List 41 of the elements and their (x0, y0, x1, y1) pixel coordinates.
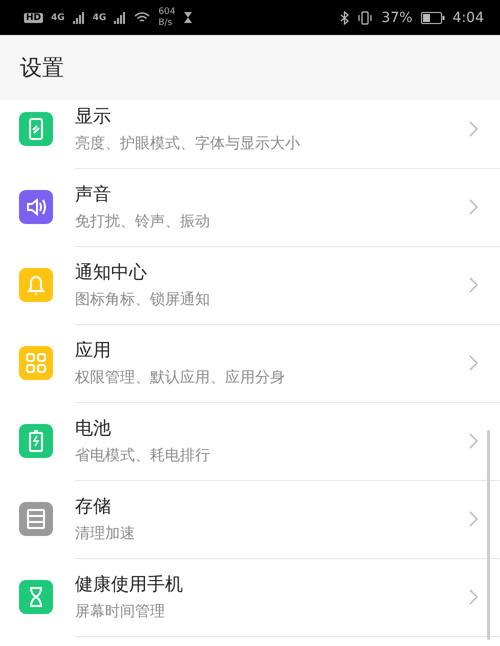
item-subtitle: 权限管理、默认应用、应用分身 (75, 368, 286, 387)
chevron-icon (469, 120, 478, 136)
item-title: 声音 (75, 183, 112, 206)
settings-item[interactable]: 显示 亮度、护眼模式、字体与显示大小 (0, 100, 500, 168)
signal-icon (72, 12, 85, 24)
settings-item[interactable]: 声音 免打扰、铃声、振动 (0, 168, 500, 246)
network-speed: 604 B/s (158, 6, 176, 28)
item-title: 通知中心 (75, 261, 148, 284)
battery-percent: 37% (381, 10, 413, 26)
item-title: 应用 (75, 339, 112, 362)
hd-label: HD (24, 12, 44, 22)
network-label: 4G (51, 12, 65, 22)
settings-item[interactable]: 应用 权限管理、默认应用、应用分身 (0, 324, 500, 402)
item-subtitle: 免打扰、铃声、振动 (75, 212, 211, 231)
item-subtitle: 清理加速 (75, 524, 136, 543)
hourglass-icon (184, 12, 192, 23)
chevron-icon (469, 588, 478, 604)
item-subtitle: 亮度、护眼模式、字体与显示大小 (75, 134, 301, 153)
item-title: 健康使用手机 (75, 573, 184, 596)
item-subtitle: 屏幕时间管理 (75, 602, 166, 621)
chevron-icon (469, 198, 478, 214)
wifi-icon (134, 12, 150, 24)
scrollbar[interactable] (487, 430, 490, 640)
vibrate-icon (357, 10, 374, 24)
chevron-icon (469, 354, 478, 370)
settings-item[interactable]: 电池 省电模式、耗电排行 (0, 402, 500, 480)
item-subtitle: 省电模式、耗电排行 (75, 446, 211, 465)
chevron-icon (469, 432, 478, 448)
item-title: 电池 (75, 417, 112, 440)
signal-icon (114, 12, 126, 24)
chevron-icon (469, 276, 478, 292)
battery-icon (420, 12, 445, 24)
item-title: 存储 (75, 495, 112, 518)
settings-item[interactable]: 通知中心 图标角标、锁屏通知 (0, 246, 500, 324)
network-label: 4G (92, 12, 106, 22)
chevron-icon (469, 510, 478, 526)
item-subtitle: 图标角标、锁屏通知 (75, 290, 211, 309)
clock-time: 4:04 (452, 10, 484, 26)
page-title: 设置 (20, 54, 64, 82)
item-title: 显示 (75, 105, 112, 128)
bluetooth-icon (340, 10, 350, 24)
